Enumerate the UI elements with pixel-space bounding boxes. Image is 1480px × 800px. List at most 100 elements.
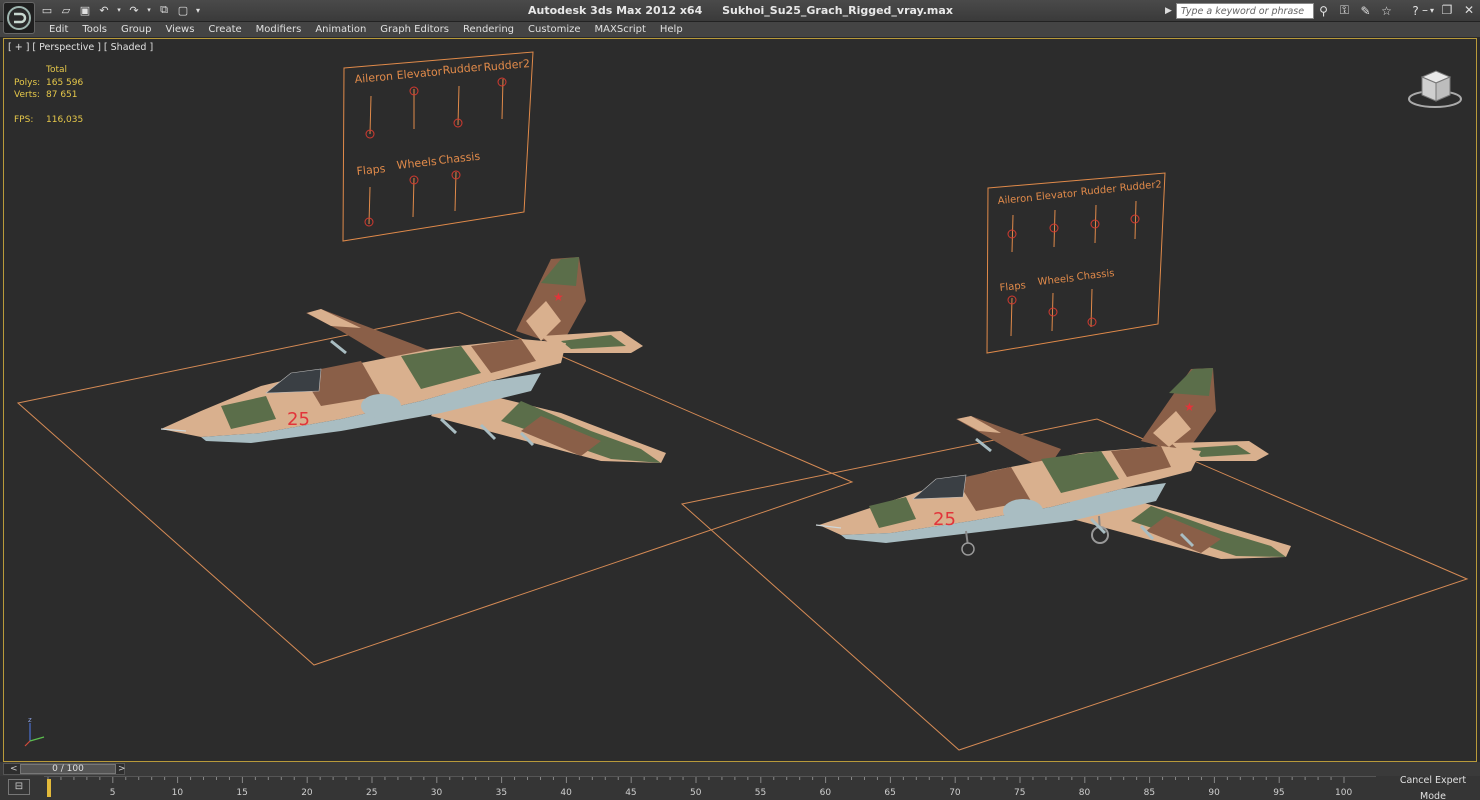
su25-aircraft-right[interactable]: 25 ★ [815, 368, 1291, 559]
ruler-tick-label: 65 [884, 788, 895, 798]
ruler-tick-label: 100 [1335, 788, 1352, 798]
ruler-tick-label: 60 [820, 788, 832, 798]
svg-text:z: z [28, 716, 32, 724]
viewport-label-menu[interactable]: [ + ] [ Perspective ] [ Shaded ] [8, 42, 153, 53]
menu-graph-editors[interactable]: Graph Editors [373, 23, 456, 36]
menu-maxscript[interactable]: MAXScript [588, 23, 653, 36]
time-slider[interactable]: < 0 / 100 > [3, 763, 126, 775]
ruler-tick-label: 70 [949, 788, 961, 798]
communication-center-icon[interactable]: ✎ [1358, 3, 1373, 18]
fps-value: 116,035 [46, 115, 84, 125]
aircraft-number-right: 25 [933, 509, 956, 530]
ruler-tick-label: 5 [110, 788, 116, 798]
menu-edit[interactable]: Edit [42, 23, 75, 36]
undo-icon[interactable]: ↶ [97, 3, 111, 17]
rig2-label-rudder2: Rudder2 [1119, 179, 1162, 194]
search-input[interactable] [1175, 3, 1314, 19]
menu-group[interactable]: Group [114, 23, 158, 36]
rig1-label-elevator: Elevator [396, 65, 443, 82]
fps-label: FPS: [14, 115, 34, 125]
rig2-label-wheels: Wheels [1037, 273, 1074, 288]
stats-header: Total [46, 65, 68, 75]
info-center: ▶ [1165, 3, 1314, 19]
window-controls: – ❐ ✕ [1418, 2, 1476, 18]
time-slider-handle[interactable]: 0 / 100 [20, 764, 116, 774]
ruler-tick-label: 25 [366, 788, 377, 798]
new-file-icon[interactable]: ▭ [40, 3, 54, 17]
polys-value: 165 596 [46, 77, 84, 88]
menu-bar: Edit Tools Group Views Create Modifiers … [0, 22, 1480, 38]
current-frame-marker[interactable] [47, 779, 51, 797]
undo-dropdown-icon[interactable]: ▾ [116, 3, 122, 17]
axis-tripod-icon: z [24, 716, 45, 747]
customize-toolbar-dropdown-icon[interactable]: ▾ [195, 3, 201, 17]
rig2-label-elevator: Elevator [1035, 188, 1078, 203]
rig2-label-aileron: Aileron [997, 193, 1033, 207]
rig2-label-rudder: Rudder [1080, 184, 1118, 198]
rig1-label-aileron: Aileron [354, 70, 393, 86]
menu-animation[interactable]: Animation [308, 23, 373, 36]
rig1-label-rudder: Rudder [442, 61, 483, 77]
application-menu-button[interactable] [3, 2, 35, 34]
time-slider-bar: < 0 / 100 > [0, 762, 1480, 776]
binoculars-icon[interactable]: ⚲ [1316, 3, 1331, 18]
prev-frame-icon[interactable]: < [10, 764, 18, 774]
redo-dropdown-icon[interactable]: ▾ [146, 3, 152, 17]
menu-modifiers[interactable]: Modifiers [249, 23, 309, 36]
ruler-tick-label: 20 [301, 788, 313, 798]
ruler-tick-label: 10 [172, 788, 184, 798]
quick-access-toolbar: ▭ ▱ ▣ ↶ ▾ ↷ ▾ ⧉ ▢ ▾ [40, 3, 201, 17]
ruler-tick-label: 30 [431, 788, 443, 798]
timeline-ruler[interactable]: 5 10 15 20 25 30 35 40 45 50 55 60 65 70 75 80 85 90 95 100 [44, 776, 1376, 798]
cancel-expert-mode-button[interactable]: Cancel Expert Mode [1386, 773, 1480, 800]
menu-rendering[interactable]: Rendering [456, 23, 521, 36]
perspective-viewport[interactable]: 25 ★ 25 ★ Aileron Elevator Rudder Rudder… [3, 38, 1477, 762]
subscription-icon[interactable]: ⚿ [1337, 3, 1352, 18]
open-folder-icon[interactable]: ▱ [59, 3, 73, 17]
project-folder-icon[interactable]: ▢ [176, 3, 190, 17]
title-bar: ▭ ▱ ▣ ↶ ▾ ↷ ▾ ⧉ ▢ ▾ Autodesk 3ds Max 201… [0, 0, 1480, 34]
ruler-tick-label: 80 [1079, 788, 1091, 798]
su25-aircraft-left[interactable]: 25 ★ [160, 257, 666, 463]
rig1-label-rudder2: Rudder2 [483, 57, 530, 74]
close-icon[interactable]: ✕ [1462, 2, 1476, 18]
rig1-label-flaps: Flaps [356, 162, 386, 178]
3ds-max-logo-icon [7, 6, 31, 30]
minimize-icon[interactable]: – [1418, 2, 1432, 18]
polys-label: Polys: [14, 77, 41, 88]
mini-curve-editor-icon[interactable]: ⊟ [8, 779, 30, 795]
favorites-star-icon[interactable]: ☆ [1379, 3, 1394, 18]
red-star-icon: ★ [1184, 400, 1195, 414]
save-icon[interactable]: ▣ [78, 3, 92, 17]
ruler-tick-label: 15 [236, 788, 247, 798]
menu-customize[interactable]: Customize [521, 23, 588, 36]
maximize-icon[interactable]: ❐ [1440, 2, 1454, 18]
next-frame-icon[interactable]: > [118, 764, 126, 774]
menu-tools[interactable]: Tools [75, 23, 114, 36]
redo-icon[interactable]: ↷ [127, 3, 141, 17]
hold-icon[interactable]: ⧉ [157, 3, 171, 17]
scene-canvas[interactable]: 25 ★ 25 ★ Aileron Elevator Rudder Rudder… [4, 39, 1477, 762]
expand-arrow-icon[interactable]: ▶ [1165, 6, 1172, 16]
ruler-tick-label: 75 [1014, 788, 1025, 798]
menu-help[interactable]: Help [653, 23, 690, 36]
red-star-icon: ★ [553, 290, 564, 304]
track-bar: ⊟ 5 10 15 20 25 30 35 40 45 50 55 60 65 70 75 80 85 90 95 1… [0, 776, 1480, 800]
viewcube-icon[interactable] [1406, 67, 1464, 111]
ruler-tick-label: 95 [1273, 788, 1284, 798]
menu-views[interactable]: Views [158, 23, 201, 36]
rig1-label-chassis: Chassis [438, 150, 481, 167]
ruler-tick-label: 45 [625, 788, 636, 798]
viewport-statistics: Total Polys: 165 596 Verts: 87 651 FPS: 116… [14, 65, 83, 128]
ruler-tick-label: 35 [496, 788, 507, 798]
ruler-tick-label: 40 [560, 788, 572, 798]
file-name: Sukhoi_Su25_Grach_Rigged_vray.max [722, 4, 953, 17]
menu-create[interactable]: Create [201, 23, 248, 36]
app-title: Autodesk 3ds Max 2012 x64 [528, 4, 703, 17]
verts-label: Verts: [14, 90, 40, 100]
rig2-label-chassis: Chassis [1076, 268, 1115, 283]
ruler-tick-label: 55 [755, 788, 766, 798]
ruler-tick-label: 50 [690, 788, 702, 798]
ruler-tick-label: 90 [1208, 788, 1220, 798]
rig2-label-flaps: Flaps [999, 280, 1026, 294]
